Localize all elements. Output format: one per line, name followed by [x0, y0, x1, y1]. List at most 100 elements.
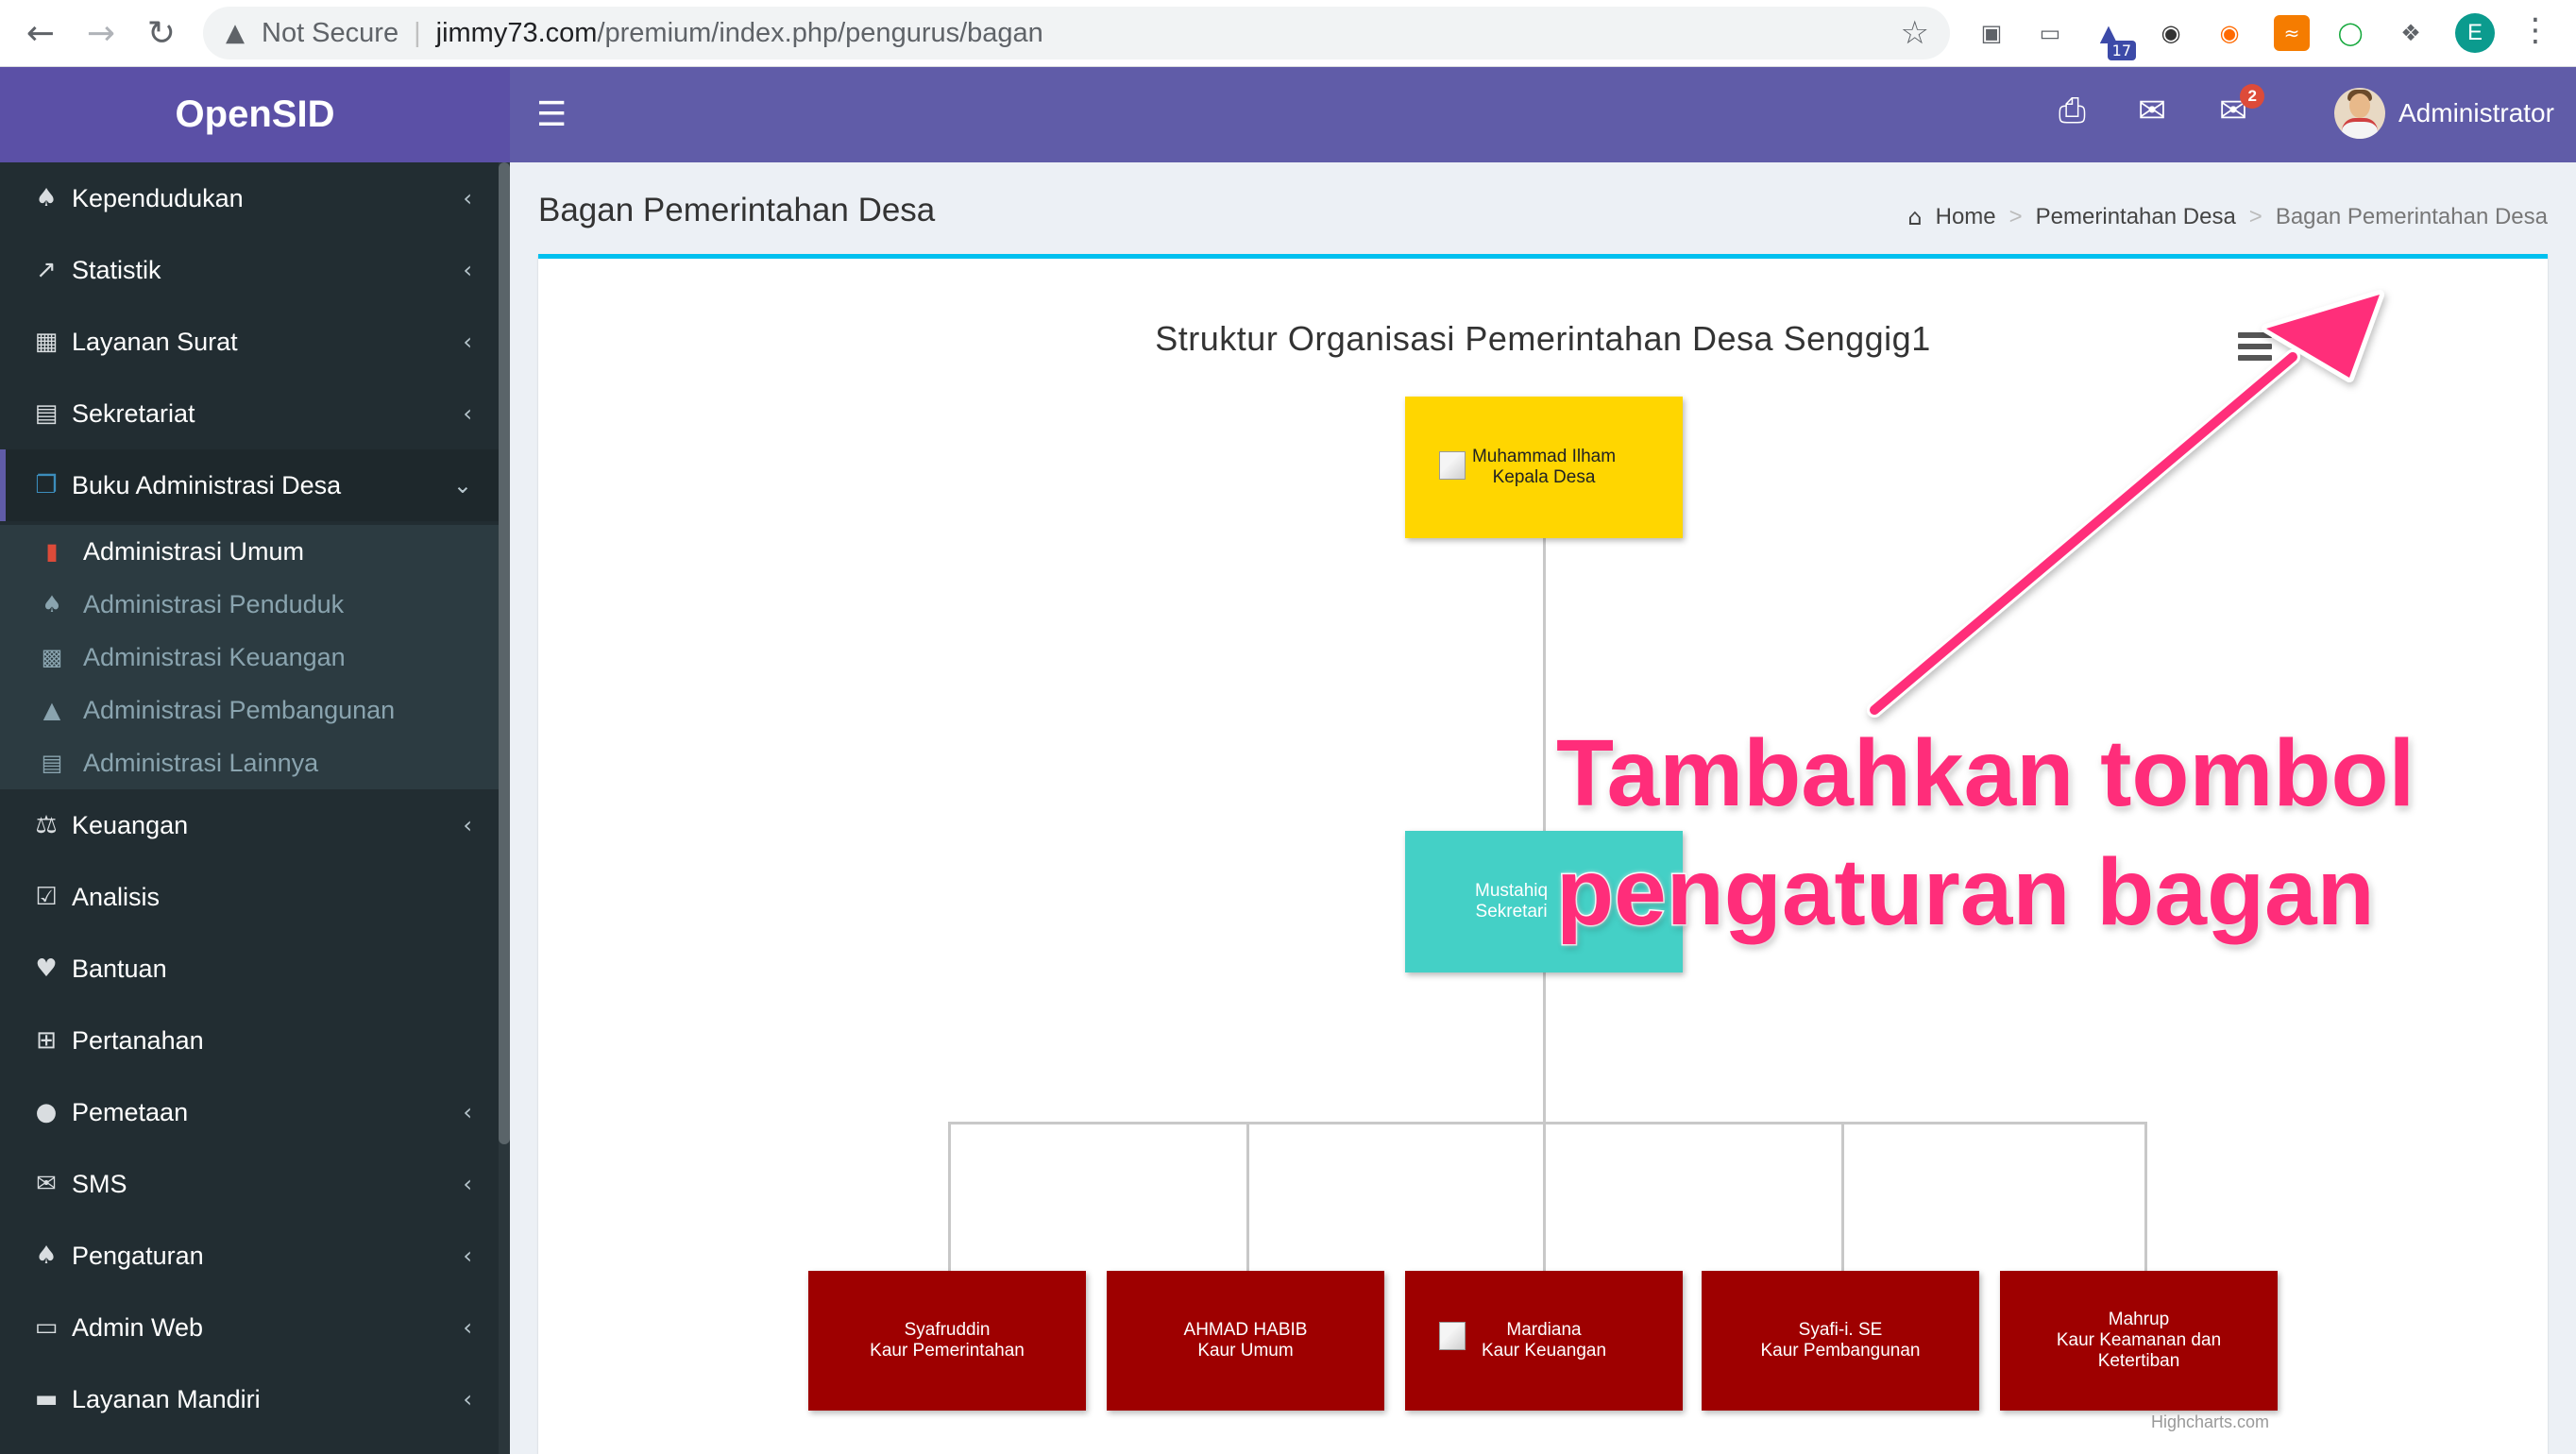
breadcrumb-home[interactable]: Home — [1936, 204, 1996, 230]
sidebar-item-statistik[interactable]: ↗ Statistik ‹ — [0, 234, 500, 306]
sidebar-item-admin-web[interactable]: ▭ Admin Web ‹ — [0, 1292, 500, 1363]
address-bar[interactable]: ▲ Not Secure | jimmy73.com /premium/inde… — [203, 7, 1950, 59]
node-name: Syafruddin — [904, 1320, 991, 1340]
org-node-sekretaris[interactable]: Mustahiq Sekretari — [1405, 831, 1683, 972]
org-node-kaur-keamanan[interactable]: Mahrup Kaur Keamanan dan Ketertiban — [2000, 1271, 2278, 1411]
security-label: Not Secure — [262, 17, 399, 48]
node-title: Kaur Pembangunan — [1760, 1341, 1921, 1361]
shield-extension-icon[interactable]: ◯ — [2332, 15, 2368, 51]
users-icon: ♠ — [42, 591, 62, 617]
breadcrumb-parent[interactable]: Pemerintahan Desa — [2036, 204, 2236, 230]
submenu-item-label: Administrasi Penduduk — [83, 589, 345, 618]
org-node-kaur-keuangan[interactable]: Mardiana Kaur Keuangan — [1405, 1271, 1683, 1411]
bookmark-icon: ▮ — [45, 538, 59, 565]
sidebar-item-label: Bantuan — [72, 954, 167, 983]
user-name[interactable]: Administrator — [2398, 98, 2554, 128]
sidebar-item-pertanahan[interactable]: ⊞ Pertanahan — [0, 1005, 500, 1076]
submenu-item-administrasi-umum[interactable]: ▮ Administrasi Umum — [0, 525, 500, 578]
sidebar: ♠ Kependudukan ‹ ↗ Statistik ‹ ▦ Layanan… — [0, 162, 510, 1454]
chat-icon[interactable]: ✉ — [2138, 92, 2166, 130]
puzzle-extensions-icon[interactable]: ❖ — [2393, 15, 2429, 51]
sidebar-item-keuangan[interactable]: ⚖ Keuangan ‹ — [0, 789, 500, 861]
chart-credits[interactable]: Highcharts.com — [2151, 1412, 2269, 1432]
sidebar-item-sekretariat[interactable]: ▤ Sekretariat ‹ — [0, 378, 500, 449]
profile-avatar[interactable]: E — [2455, 13, 2495, 53]
sidebar-item-label: Kependudukan — [72, 183, 244, 212]
sidebar-item-analisis[interactable]: ☑ Analisis — [0, 861, 500, 933]
node-title: Kaur Keuangan — [1481, 1341, 1607, 1361]
node-name: Syafi-i. SE — [1798, 1320, 1883, 1340]
archive-icon: ▤ — [41, 750, 63, 776]
connector-line — [1841, 1122, 1844, 1271]
sidebar-item-label: Layanan Surat — [72, 327, 238, 356]
submenu-item-label: Administrasi Pembangunan — [83, 695, 396, 724]
connector-line — [1543, 1122, 1546, 1271]
sidebar-item-buku-administrasi-desa[interactable]: ❐ Buku Administrasi Desa ⌄ — [0, 449, 500, 521]
submenu-item-label: Administrasi Keuangan — [83, 642, 346, 671]
sidebar-item-layanan-mandiri[interactable]: ▬ Layanan Mandiri ‹ — [0, 1363, 500, 1435]
sidebar-item-sms[interactable]: ✉ SMS ‹ — [0, 1148, 500, 1220]
archive-icon: ▤ — [34, 399, 59, 428]
broken-image-icon — [1439, 451, 1466, 480]
submenu-item-administrasi-pembangunan[interactable]: ▲ Administrasi Pembangunan — [0, 684, 500, 736]
back-icon[interactable]: ← — [17, 9, 64, 57]
app-logo[interactable]: OpenSID — [0, 67, 510, 162]
node-title: Kaur Umum — [1197, 1341, 1294, 1361]
org-chart-box: Struktur Organisasi Pemerintahan Desa Se… — [538, 254, 2548, 1454]
graduation-cap-extension-icon[interactable]: ▲ 17 — [2091, 15, 2136, 60]
address-separator: | — [414, 17, 421, 48]
sidebar-item-label: Buku Administrasi Desa — [72, 470, 342, 499]
users-icon: ♠ — [35, 184, 58, 212]
sidebar-item-layanan-surat[interactable]: ▦ Layanan Surat ‹ — [0, 306, 500, 378]
sidebar-item-bantuan[interactable]: ♥ Bantuan — [0, 933, 500, 1005]
map-signs-icon: ⊞ — [36, 1026, 57, 1055]
chevron-left-icon: ‹ — [463, 812, 472, 838]
forward-icon[interactable]: → — [77, 9, 125, 57]
sidebar-item-label: Analisis — [72, 882, 161, 911]
warning-icon: ▲ — [226, 19, 245, 47]
mail-icon[interactable]: ✉ 2 — [2219, 84, 2265, 130]
bookmark-star-icon[interactable]: ☆ — [1901, 14, 1929, 52]
broken-image-icon — [1439, 1322, 1466, 1350]
node-name: Muhammad Ilham — [1471, 447, 1617, 466]
org-node-kaur-pemerintahan[interactable]: Syafruddin Kaur Pemerintahan — [808, 1271, 1086, 1411]
connector-line — [948, 1122, 2147, 1124]
breadcrumb-current: Bagan Pemerintahan Desa — [2275, 204, 2548, 229]
sidebar-item-pengaturan[interactable]: ♠ Pengaturan ‹ — [0, 1220, 500, 1292]
sidebar-toggle-icon[interactable]: ☰ — [536, 95, 567, 134]
sidebar-item-label: Keuangan — [72, 810, 189, 839]
rss-extension-icon[interactable]: ≈ — [2274, 15, 2310, 51]
submenu-item-administrasi-lainnya[interactable]: ▤ Administrasi Lainnya — [0, 736, 500, 789]
reload-icon[interactable]: ↻ — [138, 9, 185, 57]
org-node-kepala-desa[interactable]: Muhammad Ilham Kepala Desa — [1405, 397, 1683, 538]
org-node-kaur-pembangunan[interactable]: Syafi-i. SE Kaur Pembangunan — [1702, 1271, 1979, 1411]
chart-context-menu-icon[interactable] — [2238, 332, 2272, 361]
mail-badge: 2 — [2240, 84, 2265, 109]
sidebar-item-kependudukan[interactable]: ♠ Kependudukan ‹ — [0, 162, 500, 234]
sidebar-item-label: Pengaturan — [72, 1241, 204, 1270]
submenu-item-administrasi-penduduk[interactable]: ♠ Administrasi Penduduk — [0, 578, 500, 631]
url-path: /premium/index.php/pengurus/bagan — [597, 17, 1043, 48]
sidebar-item-pemetaan[interactable]: ● Pemetaan ‹ — [0, 1076, 500, 1148]
users-cog-icon: ♠ — [35, 1242, 58, 1270]
print-icon[interactable]: ⎙ — [2059, 92, 2086, 131]
submenu-item-label: Administrasi Lainnya — [83, 748, 319, 777]
sidebar-item-label: Layanan Mandiri — [72, 1384, 261, 1413]
node-title: Sekretari — [1475, 902, 1548, 921]
drive-icon: ▬ — [34, 1385, 59, 1413]
node-name: Mustahiq — [1475, 881, 1549, 901]
submenu-item-administrasi-keuangan[interactable]: ▩ Administrasi Keuangan — [0, 631, 500, 684]
cast-icon[interactable]: ▭ — [2032, 15, 2068, 51]
sidebar-scrollbar-thumb[interactable] — [499, 162, 510, 1144]
node-title: Kaur Keamanan dan Ketertiban — [2056, 1330, 2222, 1371]
chevron-left-icon: ‹ — [463, 400, 472, 427]
org-node-kaur-umum[interactable]: AHMAD HABIB Kaur Umum — [1107, 1271, 1384, 1411]
reading-list-icon[interactable]: ▣ — [1974, 15, 2009, 51]
user-avatar[interactable] — [2334, 88, 2385, 139]
orange-extension-icon[interactable]: ◉ — [2212, 15, 2247, 51]
book-icon: ▦ — [34, 328, 59, 356]
url-host: jimmy73.com — [435, 17, 598, 48]
browser-menu-icon[interactable]: ⋮ — [2519, 11, 2551, 49]
lightbulb-extension-icon[interactable]: ◉ — [2153, 15, 2189, 51]
submenu-item-label: Administrasi Umum — [83, 536, 305, 566]
